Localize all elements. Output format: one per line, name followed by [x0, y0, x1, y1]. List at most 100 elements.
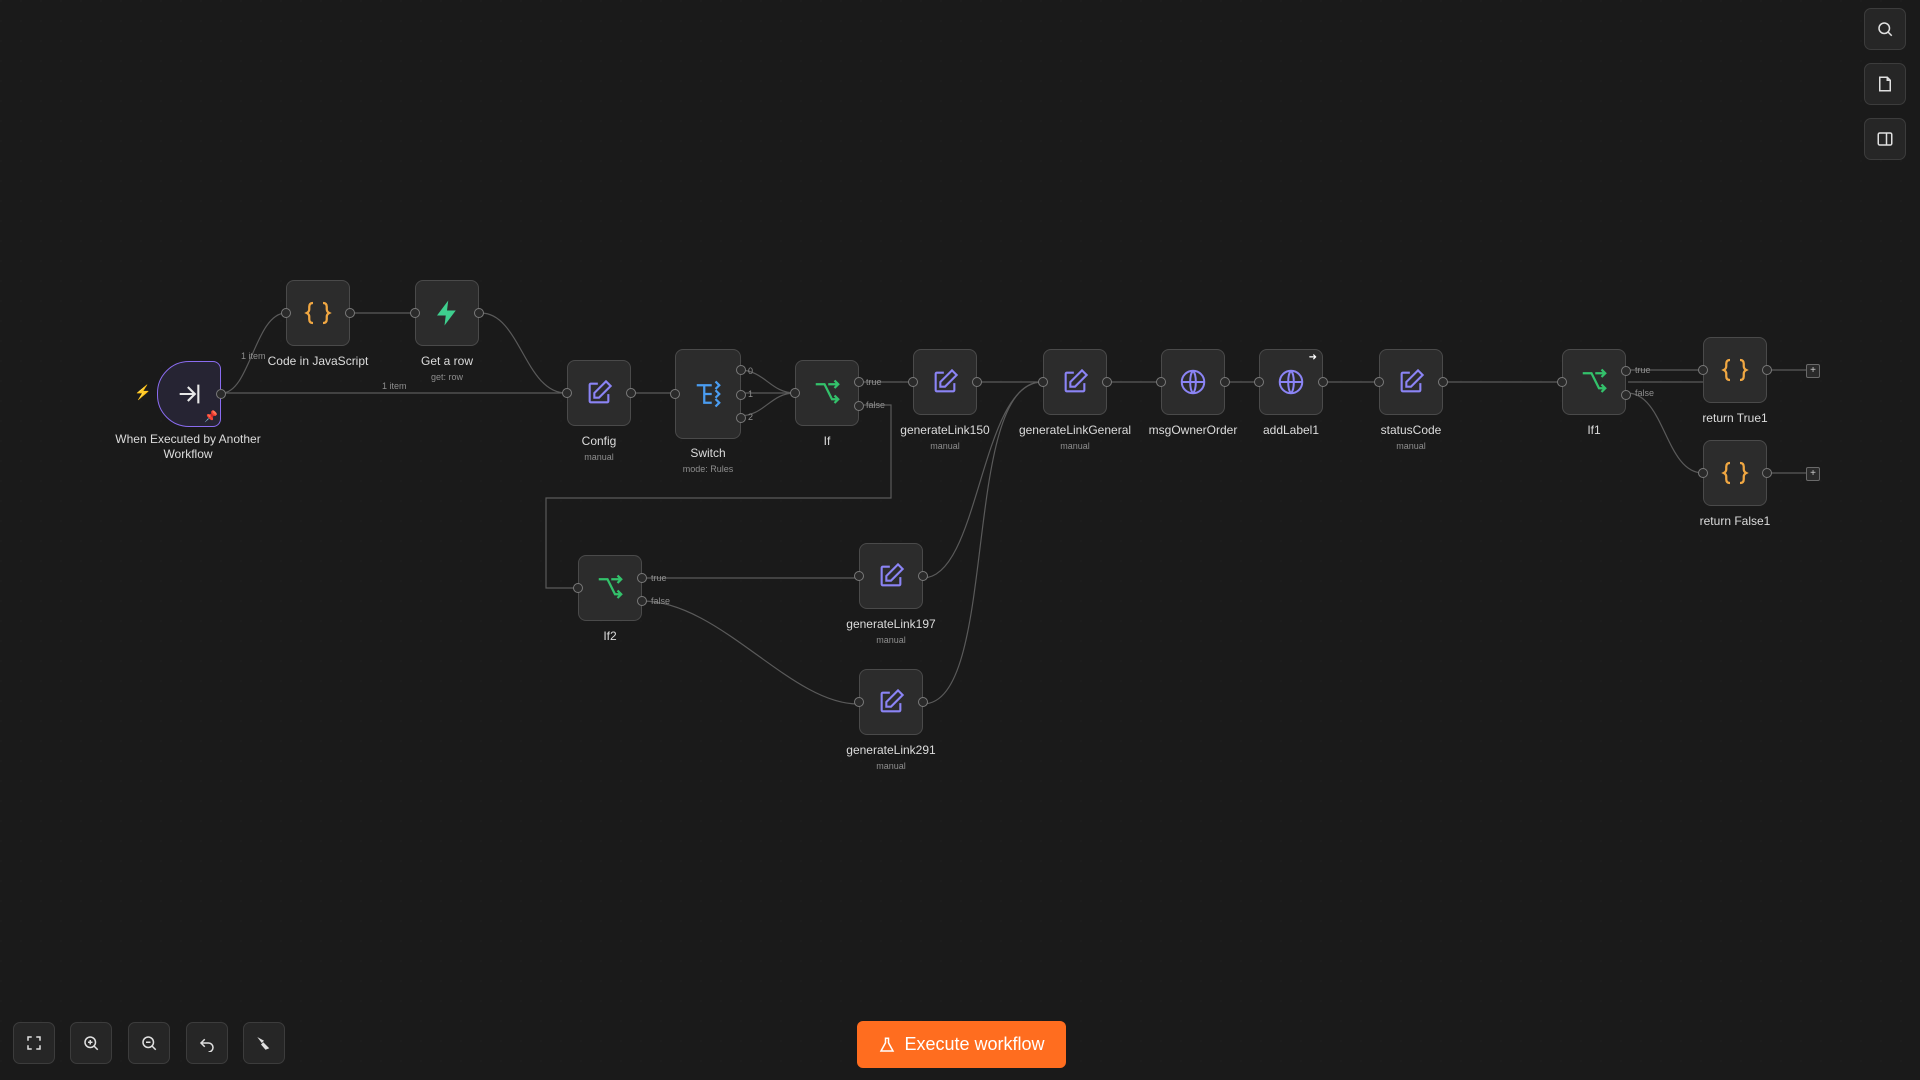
handle-out[interactable] — [626, 388, 636, 398]
handle-true[interactable] — [854, 377, 864, 387]
node-gen-general-sub: manual — [1060, 441, 1090, 451]
workflow-canvas[interactable] — [0, 0, 1920, 1080]
zoom-in-button[interactable] — [70, 1022, 112, 1064]
handle-out[interactable] — [1102, 377, 1112, 387]
node-if2[interactable] — [573, 555, 647, 621]
handle-out-2[interactable] — [736, 413, 746, 423]
fit-view-button[interactable] — [13, 1022, 55, 1064]
handle-out-0[interactable] — [736, 365, 746, 375]
handle-in[interactable] — [1557, 377, 1567, 387]
handle-in[interactable] — [410, 308, 420, 318]
sticky-note-button[interactable] — [1864, 63, 1906, 105]
handle-false[interactable] — [1621, 390, 1631, 400]
node-msg-owner-order[interactable] — [1156, 349, 1230, 415]
zoom-out-button[interactable] — [128, 1022, 170, 1064]
edge-item-count: 1 item — [241, 351, 266, 361]
edit-pencil-icon — [588, 379, 613, 404]
pin-icon: 📌 — [204, 411, 218, 423]
node-code-js[interactable] — [281, 280, 355, 346]
switch-output-1: 1 — [748, 389, 754, 399]
handle-out[interactable] — [1318, 377, 1328, 387]
node-generate-link-291[interactable] — [854, 669, 928, 735]
node-config[interactable] — [562, 360, 636, 426]
handle-out[interactable] — [1762, 468, 1772, 478]
handle-out-1[interactable] — [736, 390, 746, 400]
edge-false-label: false — [1635, 388, 1655, 398]
handle-in[interactable] — [1698, 365, 1708, 375]
handle-out[interactable] — [1762, 365, 1772, 375]
execute-workflow-button[interactable]: Execute workflow — [857, 1021, 1066, 1068]
handle-out[interactable] — [972, 377, 982, 387]
zoom-in-icon — [84, 1036, 99, 1051]
handle-out[interactable] — [1220, 377, 1230, 387]
handle-out[interactable] — [918, 697, 928, 707]
node-get-row[interactable] — [410, 280, 484, 346]
node-get-row-label: Get a row — [420, 354, 474, 368]
handle-in[interactable] — [854, 697, 864, 707]
add-node-plus-icon[interactable]: + — [1806, 364, 1820, 378]
add-node-plus-icon[interactable]: + — [1806, 467, 1820, 481]
code-braces-icon — [1721, 461, 1749, 485]
node-switch[interactable] — [670, 349, 746, 439]
handle-in[interactable] — [670, 389, 680, 399]
node-status-code[interactable] — [1374, 349, 1448, 415]
node-return-false-label: return False1 — [1699, 514, 1771, 528]
handle-in[interactable] — [1156, 377, 1166, 387]
panel-toggle-button[interactable] — [1864, 118, 1906, 160]
tidy-up-button[interactable] — [243, 1022, 285, 1064]
fullscreen-icon — [27, 1036, 41, 1050]
handle-true[interactable] — [637, 573, 647, 583]
handle-out[interactable] — [345, 308, 355, 318]
switch-output-2: 2 — [748, 412, 754, 422]
handle-in[interactable] — [1698, 468, 1708, 478]
handle-in[interactable] — [1038, 377, 1048, 387]
switch-output-0: 0 — [748, 366, 754, 376]
handle-out[interactable] — [474, 308, 484, 318]
handle-true[interactable] — [1621, 366, 1631, 376]
handle-in[interactable] — [1374, 377, 1384, 387]
handle-in[interactable] — [281, 308, 291, 318]
node-generate-link-general[interactable] — [1038, 349, 1112, 415]
node-if1[interactable] — [1557, 349, 1631, 415]
edge-false-label: false — [866, 400, 886, 410]
search-button[interactable] — [1864, 8, 1906, 50]
edit-pencil-icon — [934, 368, 959, 393]
search-icon — [1878, 22, 1893, 37]
handle-out[interactable] — [918, 571, 928, 581]
handle-false[interactable] — [637, 596, 647, 606]
trigger-bolt-icon: ⚡ — [134, 384, 152, 400]
edge-item-count: 1 item — [382, 381, 407, 391]
supabase-bolt-icon — [437, 300, 456, 326]
node-if1-label: If1 — [1587, 423, 1601, 437]
node-generate-link-150[interactable] — [908, 349, 982, 415]
handle-in[interactable] — [790, 388, 800, 398]
switch-routes-icon — [696, 380, 721, 408]
node-gen197-sub: manual — [876, 635, 906, 645]
note-icon — [1879, 76, 1891, 92]
handle-in[interactable] — [908, 377, 918, 387]
zoom-out-icon — [142, 1036, 157, 1051]
handle-out[interactable] — [1438, 377, 1448, 387]
edge-true-label: true — [866, 377, 882, 387]
node-return-false-1[interactable] — [1698, 440, 1772, 506]
code-braces-icon — [1721, 358, 1749, 382]
node-add-label-1[interactable]: ➜ — [1254, 349, 1328, 415]
edge-true-label: true — [651, 573, 667, 583]
node-generate-link-197[interactable] — [854, 543, 928, 609]
node-gen197-label: generateLink197 — [846, 617, 936, 631]
execute-workflow-label: Execute workflow — [904, 1034, 1045, 1054]
node-if[interactable] — [790, 360, 864, 426]
handle-in[interactable] — [1254, 377, 1264, 387]
if-branch-icon — [598, 574, 623, 599]
edit-pencil-icon — [880, 562, 905, 587]
handle-out[interactable] — [216, 389, 226, 399]
code-braces-icon — [304, 301, 332, 325]
handle-in[interactable] — [854, 571, 864, 581]
enter-arrow-icon — [179, 384, 200, 404]
handle-in[interactable] — [573, 583, 583, 593]
handle-false[interactable] — [854, 401, 864, 411]
globe-icon — [1278, 369, 1304, 395]
handle-in[interactable] — [562, 388, 572, 398]
undo-button[interactable] — [186, 1022, 228, 1064]
node-return-true-1[interactable] — [1698, 337, 1772, 403]
